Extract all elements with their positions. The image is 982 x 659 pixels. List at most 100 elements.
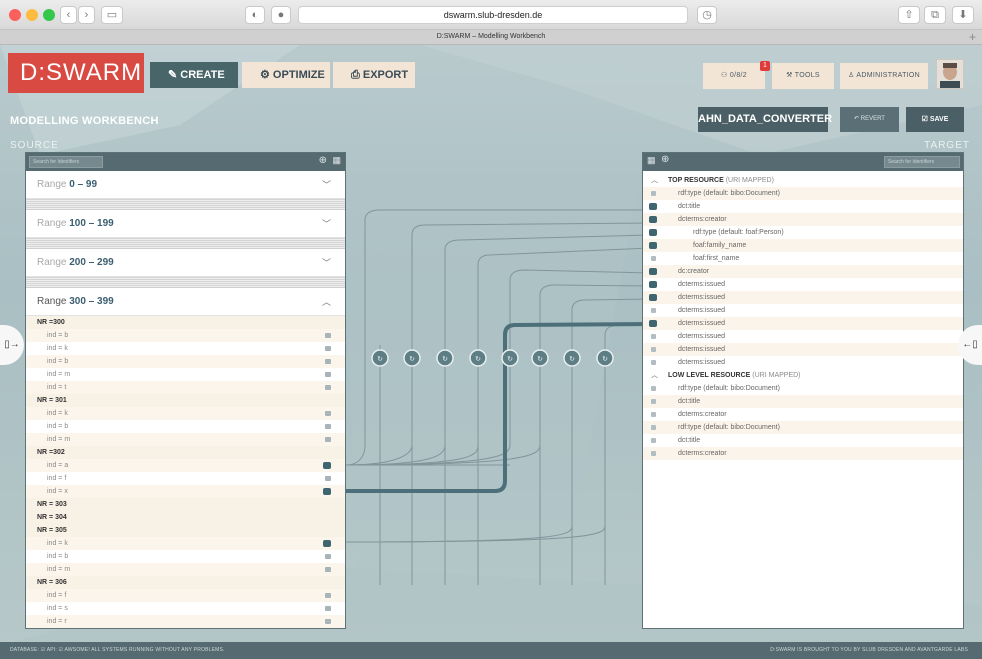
webapp: D:SWARM ✎ CREATE ⚙ OPTIMIZE ⎙ EXPORT ⚇ 0… [0,45,982,659]
connect-handle-icon[interactable] [651,191,656,196]
connected-handle-icon[interactable] [649,216,657,223]
browser-toolbar: ‹ › ▭ ◐ ● dswarm.slub-dresden.de ◷ ⇧ ⧉ ⬇ [0,0,982,30]
connected-handle-icon[interactable] [649,268,657,275]
grid-icon[interactable]: ▦ [647,155,656,166]
property-item[interactable]: dc:creator [643,265,963,278]
property-item[interactable]: dcterms:issued [643,330,963,343]
function-node[interactable]: ↻ [563,349,581,367]
property-item[interactable]: dcterms:issued [643,343,963,356]
add-icon[interactable]: ⊕ [661,154,669,165]
connected-handle-icon[interactable] [649,281,657,288]
property-label: rdf:type (default: bibo:Document) [678,385,780,392]
download-icon[interactable]: ⬇ [952,6,974,24]
active-connection [346,322,651,493]
connect-handle-icon[interactable] [651,451,656,456]
property-item[interactable]: dct:title [643,395,963,408]
svg-text:↻: ↻ [507,355,513,363]
property-item[interactable]: dcterms:creator [643,213,963,226]
svg-text:↻: ↻ [442,355,448,363]
property-label: dc:creator [678,268,710,275]
property-label: foaf:first_name [693,255,740,262]
property-label: dcterms:creator [678,216,727,223]
property-item[interactable]: foaf:first_name [643,252,963,265]
connect-handle-icon[interactable] [651,386,656,391]
function-node[interactable]: ↻ [531,349,549,367]
property-label: rdf:type (default: foaf:Person) [693,229,784,236]
connected-handle-icon[interactable] [649,294,657,301]
property-label: dcterms:issued [678,359,726,366]
tabs-overview-icon[interactable]: ⧉ [924,6,946,24]
resource-header[interactable]: ︿ TOP RESOURCE (URI MAPPED) [643,174,963,187]
browser-tab[interactable]: D:SWARM – Modelling Workbench + [0,30,982,45]
status-footer: DATABASE: ☑ API: ☑ AWSOME! ALL SYSTEMS R… [0,642,982,659]
target-tree: ︿ TOP RESOURCE (URI MAPPED) rdf:type (defa… [643,171,963,460]
property-item[interactable]: dcterms:issued [643,291,963,304]
property-item[interactable]: rdf:type (default: bibo:Document) [643,187,963,200]
chevron-up-icon[interactable]: ︿ [651,369,658,382]
property-label: dcterms:issued [678,320,726,327]
connect-handle-icon[interactable] [651,399,656,404]
expand-right-icon: ←▯ [962,339,978,350]
property-label: dcterms:issued [678,346,726,353]
property-label: foaf:family_name [693,242,747,249]
function-node[interactable]: ↻ [403,349,421,367]
property-label: dcterms:issued [678,333,726,340]
connect-handle-icon[interactable] [651,334,656,339]
property-item[interactable]: rdf:type (default: foaf:Person) [643,226,963,239]
connect-handle-icon[interactable] [651,360,656,365]
svg-text:↻: ↻ [377,355,383,363]
connect-handle-icon[interactable] [651,347,656,352]
function-node[interactable]: ↻ [436,349,454,367]
property-item[interactable]: rdf:type (default: bibo:Document) [643,382,963,395]
chevron-up-icon[interactable]: ︿ [651,174,658,187]
privacy-icon[interactable]: ◐ [245,6,265,24]
property-item[interactable]: dcterms:issued [643,278,963,291]
history-icon[interactable]: ◷ [697,6,717,24]
target-panel: ▦ ⊕ Search for Identifiers ︿ TOP RESOURCE… [642,152,964,629]
connect-handle-icon[interactable] [651,438,656,443]
forward-button[interactable]: › [78,6,95,24]
close-window-button[interactable] [9,9,21,21]
property-item[interactable]: dct:title [643,200,963,213]
property-label: dcterms:issued [678,294,726,301]
property-item[interactable]: dct:title [643,434,963,447]
minimize-window-button[interactable] [26,9,38,21]
target-toolbar: ▦ ⊕ Search for Identifiers [643,153,963,171]
extension-icon[interactable]: ● [271,6,291,24]
connected-handle-icon[interactable] [649,203,657,210]
sidebar-toggle-icon[interactable]: ▭ [101,6,123,24]
function-node[interactable]: ↻ [501,349,519,367]
property-item[interactable]: rdf:type (default: bibo:Document) [643,421,963,434]
property-label: dcterms:creator [678,411,727,418]
resource-header[interactable]: ︿ LOW LEVEL RESOURCE (URI MAPPED) [643,369,963,382]
property-item[interactable]: foaf:family_name [643,239,963,252]
share-icon[interactable]: ⇧ [898,6,920,24]
resource-note: (URI MAPPED) [725,177,774,184]
property-label: dct:title [678,398,701,405]
property-item[interactable]: dcterms:issued [643,304,963,317]
function-node[interactable]: ↻ [596,349,614,367]
property-item[interactable]: dcterms:creator [643,408,963,421]
target-search-input[interactable]: Search for Identifiers [884,156,960,168]
tab-title: D:SWARM – Modelling Workbench [436,33,546,40]
connected-handle-icon[interactable] [649,242,657,249]
zoom-window-button[interactable] [43,9,55,21]
new-tab-icon[interactable]: + [969,30,976,44]
property-label: dct:title [678,203,701,210]
connect-handle-icon[interactable] [651,425,656,430]
connection-lines [345,209,651,585]
connect-handle-icon[interactable] [651,308,656,313]
expand-left-icon: ▯→ [4,339,20,350]
address-bar[interactable]: dswarm.slub-dresden.de [298,6,688,24]
property-item[interactable]: dcterms:creator [643,447,963,460]
connected-handle-icon[interactable] [649,229,657,236]
property-item[interactable]: dcterms:issued [643,317,963,330]
connect-handle-icon[interactable] [651,412,656,417]
function-node[interactable]: ↻ [371,349,389,367]
function-node[interactable]: ↻ [469,349,487,367]
back-button[interactable]: ‹ [60,6,77,24]
connect-handle-icon[interactable] [651,256,656,261]
property-label: dcterms:creator [678,450,727,457]
property-item[interactable]: dcterms:issued [643,356,963,369]
connected-handle-icon[interactable] [649,320,657,327]
